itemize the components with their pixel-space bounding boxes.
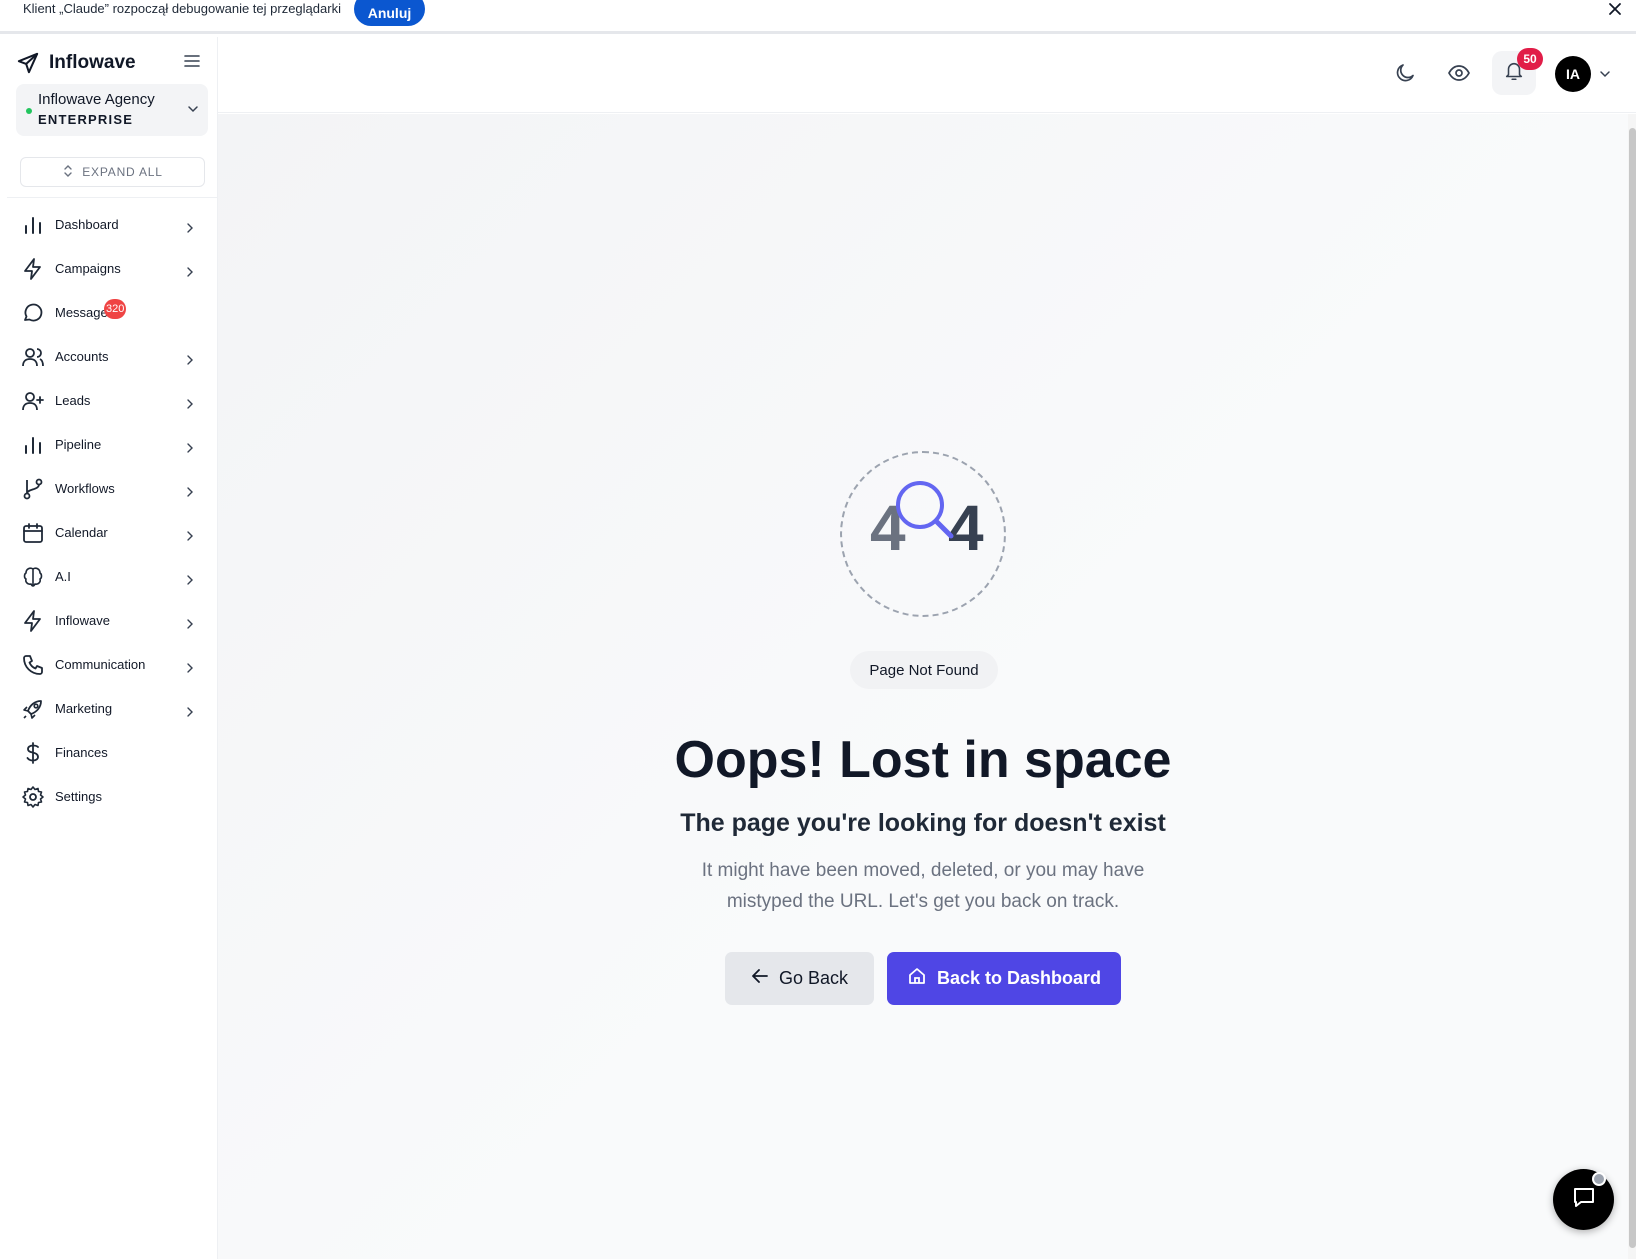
sidebar-item-label: Accounts (55, 349, 109, 364)
sidebar-item-label: Leads (55, 393, 91, 408)
unread-badge: 320 (104, 299, 127, 319)
bar-chart-icon (21, 433, 45, 457)
moon-icon[interactable] (1393, 61, 1417, 85)
sidebar-item-inflowave[interactable]: Inflowave (7, 599, 217, 643)
chevron-right-icon (185, 528, 195, 541)
sidebar-item-label: Workflows (55, 481, 115, 496)
sidebar-item-ai[interactable]: A.I (7, 555, 217, 599)
phone-icon (21, 653, 45, 677)
hamburger-menu-icon[interactable] (182, 51, 204, 73)
chevron-down-icon (186, 102, 200, 116)
sidebar-item-label: Calendar (55, 525, 108, 540)
paper-plane-icon (17, 52, 39, 74)
chevron-right-icon (185, 264, 195, 277)
expand-all-label: EXPAND ALL (82, 165, 163, 179)
chat-bubble-icon (21, 301, 45, 325)
chevron-down-icon[interactable] (1598, 67, 1612, 81)
sidebar-item-campaigns[interactable]: Campaigns (7, 247, 217, 291)
org-switcher[interactable]: Inflowave Agency ENTERPRISE (16, 84, 208, 136)
sidebar-item-label: Settings (55, 789, 102, 804)
status-pill: Page Not Found (850, 651, 998, 689)
sidebar-nav: Dashboard Campaigns Messages 320 Account… (7, 203, 217, 819)
chevron-right-icon (185, 616, 195, 629)
brain-icon (21, 565, 45, 589)
home-icon (907, 966, 927, 991)
eye-icon[interactable] (1447, 61, 1471, 85)
chevrons-up-down-icon (62, 164, 74, 181)
debug-banner: Klient „Claude” rozpoczął debugowanie te… (0, 0, 1636, 34)
chevron-right-icon (185, 704, 195, 717)
go-back-button[interactable]: Go Back (725, 952, 874, 1005)
page-title: Oops! Lost in space (674, 731, 1172, 789)
sidebar-item-messages[interactable]: Messages 320 (7, 291, 217, 335)
sidebar-item-workflows[interactable]: Workflows (7, 467, 217, 511)
arrow-left-icon (751, 967, 769, 990)
sidebar-item-label: Inflowave (55, 613, 110, 628)
back-to-dashboard-label: Back to Dashboard (936, 968, 1102, 988)
sidebar-item-label: A.I (55, 569, 71, 584)
scrollbar-thumb[interactable] (1629, 128, 1636, 1248)
bar-chart-icon (21, 213, 45, 237)
sidebar-item-label: Communication (55, 657, 146, 672)
brand-name: Inflowave (49, 52, 136, 73)
sidebar-item-label: Campaigns (55, 261, 121, 276)
sidebar-item-dashboard[interactable]: Dashboard (7, 203, 217, 247)
top-header: 50 IA (218, 37, 1636, 113)
sidebar-item-settings[interactable]: Settings (7, 775, 217, 819)
chat-status-dot (1592, 1172, 1606, 1186)
page-subtitle: The page you're looking for doesn't exis… (680, 809, 1166, 837)
sidebar-item-label: Marketing (55, 701, 113, 716)
magnifier-icon (893, 477, 963, 547)
sidebar-item-communication[interactable]: Communication (7, 643, 217, 687)
chevron-right-icon (185, 660, 195, 673)
sidebar-item-label: Dashboard (55, 217, 119, 232)
lightning-icon (21, 257, 45, 281)
brand-logo[interactable]: Inflowave (17, 48, 207, 78)
status-dot (26, 108, 32, 114)
chevron-right-icon (185, 396, 195, 409)
org-plan: ENTERPRISE (38, 112, 134, 127)
expand-all-button[interactable]: EXPAND ALL (20, 157, 205, 187)
rocket-icon (21, 697, 45, 721)
notification-count-badge: 50 (1517, 48, 1543, 70)
sidebar-item-label: Pipeline (55, 437, 102, 452)
sidebar-item-label: Finances (55, 745, 108, 760)
main-content: 4 4 Page Not Found Oops! Lost in space T… (218, 114, 1628, 1259)
calendar-icon (21, 521, 45, 545)
lightning-icon (21, 609, 45, 633)
user-plus-icon (21, 389, 45, 413)
avatar[interactable]: IA (1555, 56, 1591, 92)
gear-icon (21, 785, 45, 809)
users-icon (21, 345, 45, 369)
chevron-right-icon (185, 572, 195, 585)
dollar-icon (21, 741, 45, 765)
sidebar-item-marketing[interactable]: Marketing (7, 687, 217, 731)
sidebar-item-leads[interactable]: Leads (7, 379, 217, 423)
go-back-label: Go Back (778, 968, 849, 988)
chevron-right-icon (185, 352, 195, 365)
sidebar-item-calendar[interactable]: Calendar (7, 511, 217, 555)
sidebar-item-finances[interactable]: Finances (7, 731, 217, 775)
chat-icon (1571, 1184, 1597, 1215)
back-to-dashboard-button[interactable]: Back to Dashboard (887, 952, 1121, 1005)
sidebar-divider (7, 197, 217, 198)
chevron-right-icon (185, 484, 195, 497)
sidebar: Inflowave Inflowave Agency ENTERPRISE EX… (7, 37, 218, 1259)
chevron-right-icon (185, 220, 195, 233)
debug-message: Klient „Claude” rozpoczął debugowanie te… (23, 1, 341, 16)
org-name: Inflowave Agency (38, 91, 155, 108)
close-icon[interactable] (1604, 0, 1626, 19)
sidebar-item-accounts[interactable]: Accounts (7, 335, 217, 379)
debug-cancel-button[interactable]: Anuluj (354, 0, 425, 26)
chevron-right-icon (185, 440, 195, 453)
page-description: It might have been moved, deleted, or yo… (701, 860, 1145, 912)
sidebar-item-pipeline[interactable]: Pipeline (7, 423, 217, 467)
git-branch-icon (21, 477, 45, 501)
